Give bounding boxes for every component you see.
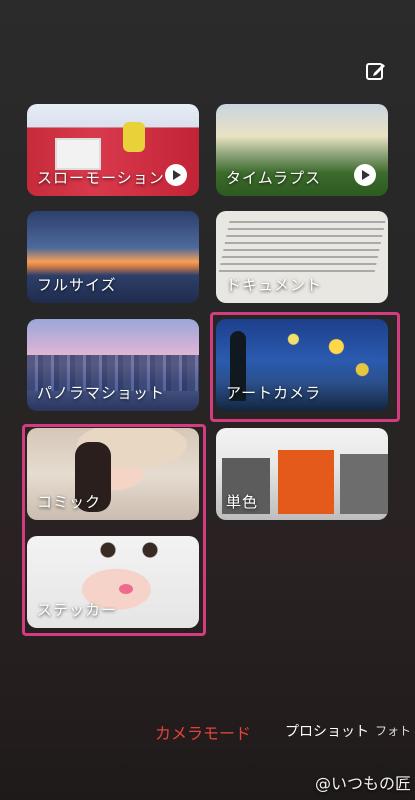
tile-image-detail: [340, 454, 388, 514]
mode-tile-art-camera[interactable]: アートカメラ: [216, 319, 388, 411]
mode-tile-monochrome[interactable]: 単色: [216, 428, 388, 520]
tile-label: コミック: [37, 493, 102, 511]
play-icon: [165, 164, 187, 186]
tile-label: タイムラプス: [226, 169, 321, 187]
tile-image-detail: [218, 221, 386, 273]
mode-tab-camera-mode[interactable]: カメラモード: [155, 720, 251, 744]
tile-image-detail: [278, 450, 334, 514]
mode-tab-photo[interactable]: フォト: [375, 722, 411, 739]
camera-mode-bar: カメラモード プロショット フォト: [0, 720, 415, 746]
tile-label: フルサイズ: [37, 276, 117, 294]
mode-tile-full-size[interactable]: フルサイズ: [27, 211, 199, 303]
tile-label: アートカメラ: [226, 384, 322, 402]
watermark: @いつもの匠: [314, 774, 411, 793]
tile-image-detail: [119, 584, 133, 594]
tile-image-detail: [55, 138, 101, 170]
mode-tile-time-lapse[interactable]: タイムラプス: [216, 104, 388, 196]
tile-label: ドキュメント: [226, 276, 323, 294]
tile-image-detail: [123, 122, 145, 152]
tile-label: 単色: [226, 493, 259, 511]
mode-tile-panorama[interactable]: パノラマショット: [27, 319, 199, 411]
play-icon: [354, 164, 376, 186]
edit-icon[interactable]: [365, 60, 387, 82]
mode-tile-sticker[interactable]: ステッカー: [27, 536, 199, 628]
mode-tile-slow-motion[interactable]: スローモーション: [27, 104, 199, 196]
mode-tile-document[interactable]: ドキュメント: [216, 211, 388, 303]
tile-image-detail: [99, 542, 159, 558]
tile-label: ステッカー: [37, 601, 118, 619]
mode-tile-comic[interactable]: コミック: [27, 428, 199, 520]
tile-label: スローモーション: [37, 169, 165, 187]
tile-label: パノラマショット: [37, 384, 166, 402]
mode-tab-pro-shot[interactable]: プロショット: [285, 721, 369, 741]
